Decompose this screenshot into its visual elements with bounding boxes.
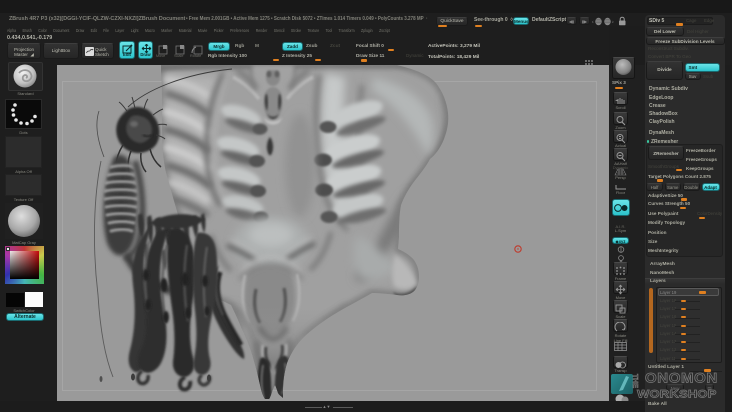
svg-text:‹: ‹ [592,20,594,26]
svg-text:›: › [612,20,614,26]
